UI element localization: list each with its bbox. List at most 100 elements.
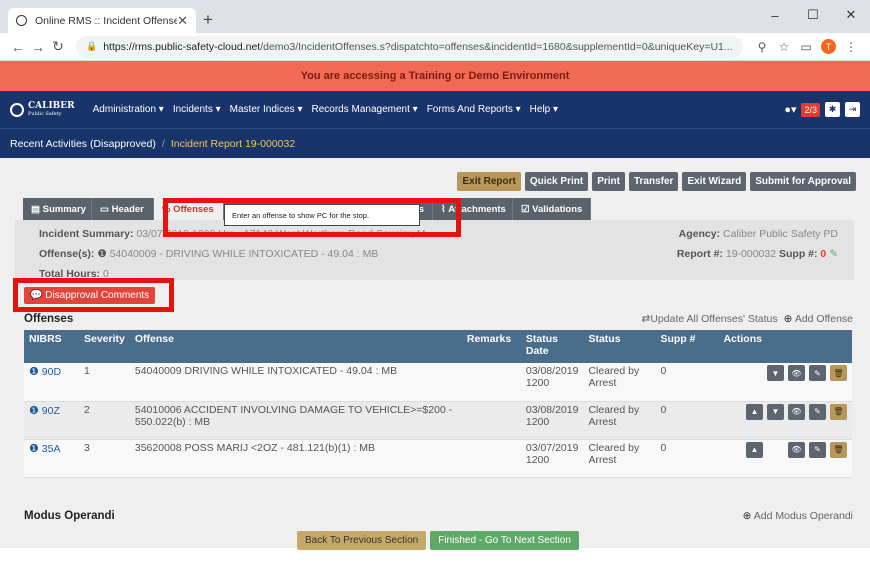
zoom-icon[interactable]: ⚲ [751, 40, 773, 54]
col-offense: Offense [129, 330, 462, 363]
move-down-icon[interactable]: ▼ [767, 403, 784, 420]
tab-attachments[interactable]: ⌇ Attachments [433, 198, 513, 220]
breadcrumb-root[interactable]: Recent Activities (Disapproved) [10, 138, 156, 150]
info-icon[interactable]: ❶ [29, 443, 39, 455]
print-button[interactable]: Print [592, 172, 625, 191]
delete-icon[interactable]: 🗑 [830, 441, 847, 458]
back-icon[interactable]: ← [8, 39, 28, 55]
menu-master-indices[interactable]: Master Indices [230, 104, 303, 115]
nibrs-code: 90D [41, 366, 62, 378]
top-navbar: CALIBERPublic Safety Administration Inci… [0, 91, 870, 128]
col-remarks: Remarks [461, 330, 521, 363]
tab-summary[interactable]: ▤ Summary [23, 198, 92, 220]
more-icon[interactable]: ⋮ [840, 40, 862, 54]
navbar-right: ●▾ 2/3 ✱ ⇥ [784, 102, 860, 117]
maximize-icon[interactable]: ☐ [794, 0, 832, 30]
delete-icon[interactable]: 🗑 [830, 365, 847, 381]
logout-icon[interactable]: ⇥ [845, 102, 860, 117]
severity-cell: 3 [79, 439, 130, 478]
nibrs-code: 35A [41, 442, 61, 455]
tab-offenses[interactable]: % Offenses [154, 198, 224, 220]
offense-cell: 35620008 POSS MARIJ <2OZ - 481.121(b)(1)… [129, 439, 462, 478]
exit-wizard-button[interactable]: Exit Wizard [682, 172, 747, 191]
exit-report-button[interactable]: Exit Report [457, 172, 521, 191]
offense-cell: 54040009 DRIVING WHILE INTOXICATED - 49.… [129, 363, 462, 402]
settings-icon[interactable]: ✱ [825, 102, 840, 117]
col-nibrs: NIBRS [24, 330, 79, 363]
supp-cell: 0 [655, 439, 719, 478]
add-offense-link[interactable]: ⊕ Add Offense [784, 313, 853, 325]
header-icon: ▭ [100, 203, 112, 215]
user-icon[interactable]: ●▾ [784, 103, 796, 116]
col-actions: Actions [718, 330, 852, 363]
view-icon[interactable]: 👁 [788, 403, 805, 420]
table-row: ❶ 90Z 2 54010006 ACCIDENT INVOLVING DAMA… [24, 401, 852, 440]
move-up-icon[interactable]: ▲ [746, 403, 763, 420]
tab-header[interactable]: ▭ Header [92, 198, 154, 220]
supp-value: 0 [820, 248, 827, 260]
star-icon[interactable]: ☆ [773, 40, 795, 54]
row-actions: ▲ ▼ 👁 ✎ 🗑 [723, 403, 847, 420]
edit-icon[interactable]: ✎ [809, 403, 826, 420]
cast-icon[interactable]: ▭ [795, 40, 817, 54]
address-bar-row: ← → ↻ 🔒 https://rms.public-safety-cloud.… [0, 33, 870, 61]
row-actions: ▼ 👁 ✎ 🗑 [723, 365, 847, 381]
col-severity: Severity [79, 330, 130, 363]
url-path: /demo3/IncidentOffenses.s?dispatchto=off… [260, 40, 733, 53]
submit-approval-button[interactable]: Submit for Approval [750, 172, 856, 191]
training-banner: You are accessing a Training or Demo Env… [0, 61, 870, 91]
offenses-title: Offenses [24, 313, 74, 325]
url-field[interactable]: 🔒 https://rms.public-safety-cloud.net/de… [76, 35, 743, 58]
next-section-button[interactable]: Finished - Go To Next Section [430, 531, 579, 550]
update-status-link[interactable]: ⇄Update All Offenses' Status [642, 313, 778, 325]
status-date-cell: 03/08/2019 1200 [520, 401, 584, 440]
status-cell: Cleared by Arrest [583, 401, 656, 440]
remarks-cell [461, 439, 521, 478]
status-cell: Cleared by Arrest [583, 363, 656, 402]
disapproval-comments-button[interactable]: 💬 Disapproval Comments [24, 287, 156, 304]
minimize-icon[interactable]: – [756, 0, 794, 30]
offenses-links: ⇄Update All Offenses' Status ⊕ Add Offen… [642, 313, 853, 325]
profile-avatar[interactable]: T [821, 39, 836, 54]
move-down-icon[interactable]: ▼ [767, 365, 784, 381]
offenses-value: 54040009 - DRIVING WHILE INTOXICATED - 4… [109, 248, 379, 260]
close-tab-icon[interactable]: ✕ [177, 13, 188, 29]
caliber-logo[interactable]: CALIBER Public Safety [10, 101, 75, 118]
reload-icon[interactable]: ↻ [48, 38, 68, 55]
info-icon[interactable]: ❶ [29, 405, 39, 417]
paperclip-icon: ⌇ [441, 203, 449, 215]
edit-icon[interactable]: ✎ [829, 248, 838, 260]
logo-subtext: Public Safety [28, 110, 62, 117]
browser-tab[interactable]: Online RMS :: Incident Offenses ✕ [8, 8, 196, 33]
status-date-cell: 03/08/2019 1200 [520, 363, 584, 402]
report-label: Report #: [676, 248, 723, 260]
menu-records-management[interactable]: Records Management [312, 104, 418, 115]
tab-validations[interactable]: ☑ Validations [513, 198, 591, 220]
nibrs-code: 90Z [41, 404, 60, 417]
total-hours-label: Total Hours: [39, 268, 101, 280]
modus-operandi-title: Modus Operandi [24, 510, 115, 522]
view-icon[interactable]: 👁 [788, 441, 805, 458]
menu-forms-and-reports[interactable]: Forms And Reports [427, 104, 521, 115]
quick-print-button[interactable]: Quick Print [524, 172, 589, 191]
notification-counter[interactable]: 2/3 [801, 102, 820, 117]
menu-administration[interactable]: Administration [93, 104, 164, 115]
menu-help[interactable]: Help [530, 104, 558, 115]
edit-icon[interactable]: ✎ [809, 441, 826, 458]
info-icon[interactable]: ❶ [97, 248, 106, 260]
new-tab-icon[interactable]: + [203, 11, 213, 28]
edit-icon[interactable]: ✎ [809, 365, 826, 381]
breadcrumb: Recent Activities (Disapproved) / Incide… [0, 128, 870, 158]
agency-value: Caliber Public Safety PD [723, 228, 838, 240]
move-up-icon[interactable]: ▲ [746, 441, 763, 458]
menu-incidents[interactable]: Incidents [173, 104, 221, 115]
add-modus-operandi-link[interactable]: ⊕ Add Modus Operandi [743, 510, 853, 522]
forward-icon[interactable]: → [28, 39, 48, 55]
status-date-cell: 03/07/2019 1200 [520, 439, 584, 478]
info-icon[interactable]: ❶ [29, 366, 39, 378]
close-window-icon[interactable]: ✕ [832, 0, 870, 30]
delete-icon[interactable]: 🗑 [830, 403, 847, 420]
back-section-button[interactable]: Back To Previous Section [297, 531, 427, 550]
transfer-button[interactable]: Transfer [628, 172, 679, 191]
view-icon[interactable]: 👁 [788, 365, 805, 381]
